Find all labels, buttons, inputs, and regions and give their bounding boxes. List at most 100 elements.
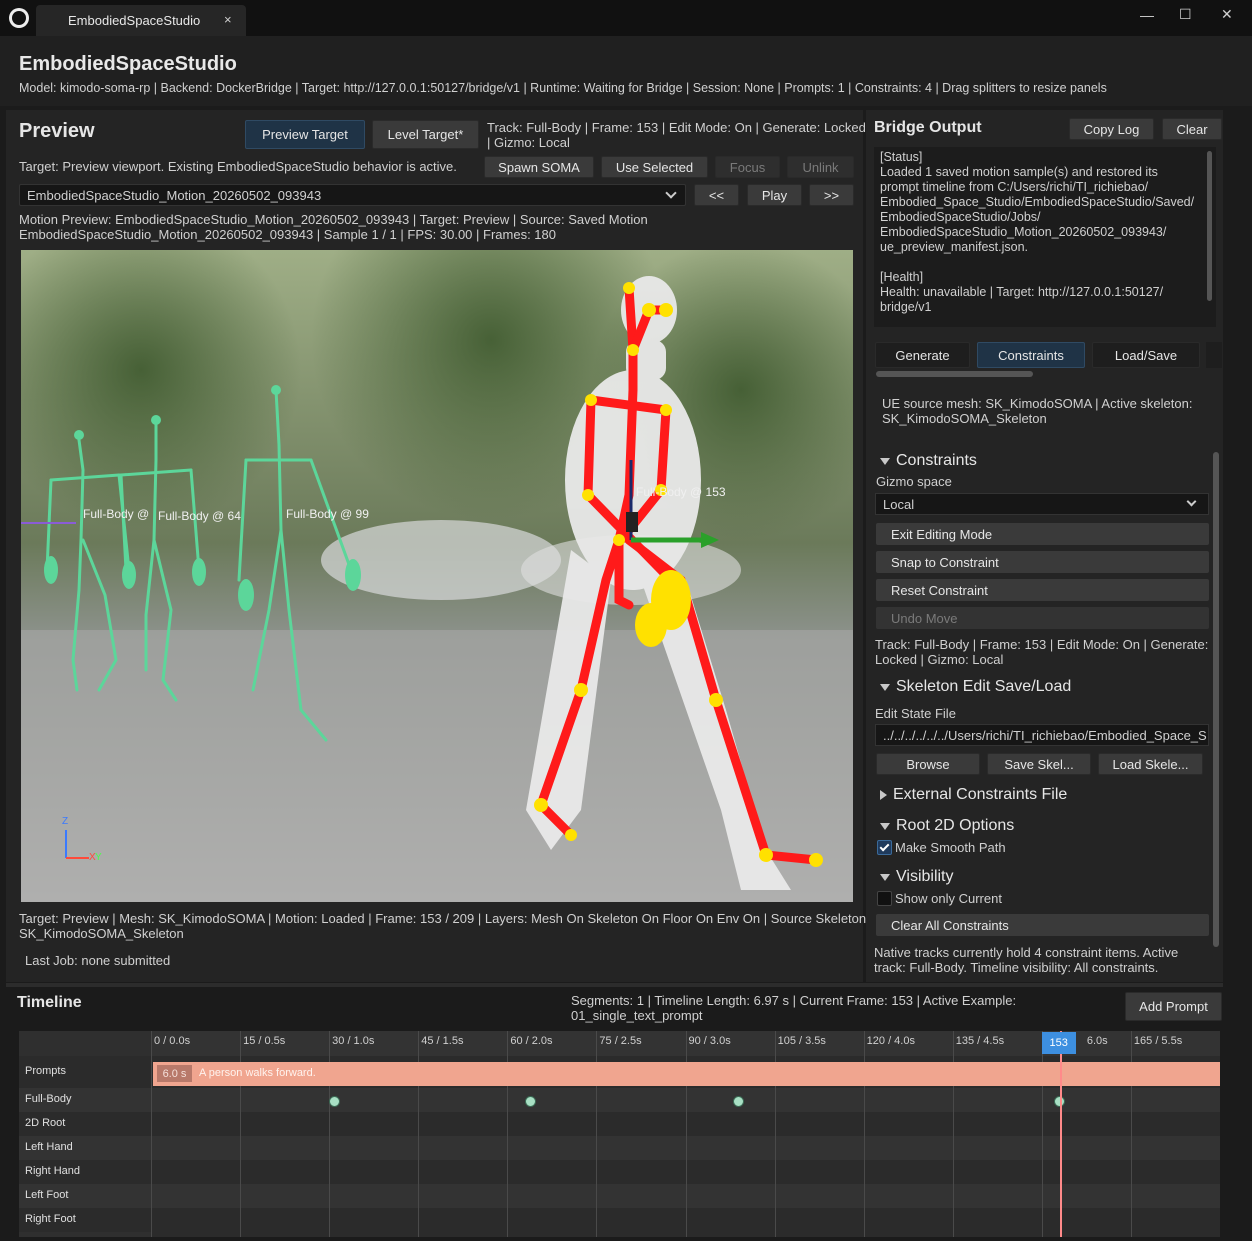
tab-constraints[interactable]: Constraints <box>977 342 1085 368</box>
tab-generate[interactable]: Generate <box>875 342 970 368</box>
last-job: Last Job: none submitted <box>25 953 171 968</box>
copy-log-button[interactable]: Copy Log <box>1069 118 1154 140</box>
gizmo-space-label: Gizmo space <box>876 474 952 489</box>
expand-icon <box>880 457 890 465</box>
timeline-area[interactable]: Prompts Full-Body 2D Root Left Hand Right Ha… <box>19 1031 1220 1237</box>
play-button[interactable]: Play <box>747 184 802 206</box>
panel-scrollbar[interactable] <box>1213 452 1219 947</box>
bridge-log[interactable]: [Status] Loaded 1 saved motion sample(s) … <box>874 147 1216 327</box>
track-label: Left Foot <box>25 1189 69 1201</box>
maximize-icon[interactable]: ☐ <box>1179 6 1192 23</box>
tick-label: 6.0s <box>1086 1035 1108 1047</box>
timeline-info-1: Segments: 1 | Timeline Length: 6.97 s | … <box>571 993 1017 1008</box>
skeleton-section[interactable]: Skeleton Edit Save/Load <box>880 678 1071 696</box>
edit-state-file-label: Edit State File <box>875 706 956 721</box>
level-target-button[interactable]: Level Target* <box>372 120 479 149</box>
undo-move-button[interactable]: Undo Move <box>876 607 1209 629</box>
track-label: Full-Body <box>25 1093 72 1105</box>
external-constraints-section[interactable]: External Constraints File <box>880 786 1067 804</box>
snap-constraint-button[interactable]: Snap to Constraint <box>876 551 1209 573</box>
show-current-checkbox[interactable] <box>877 891 892 906</box>
viewport[interactable]: Full-Body @ Full-Body @ 64 Full-Body @ 9… <box>21 250 853 902</box>
clear-all-constraints-button[interactable]: Clear All Constraints <box>876 914 1209 936</box>
motion-info-2: EmbodiedSpaceStudio_Motion_20260502_0939… <box>19 227 556 242</box>
log-scrollbar[interactable] <box>1207 151 1212 301</box>
tick-label: 120 / 4.0s <box>866 1035 915 1047</box>
minimize-icon[interactable]: — <box>1140 7 1154 23</box>
tab-load-save[interactable]: Load/Save <box>1092 342 1200 368</box>
edit-state-file-input[interactable]: ../../../../../../Users/richi/TI_richieb… <box>875 724 1209 746</box>
label-full-body-99: Full-Body @ 99 <box>286 507 369 521</box>
gizmo-space-select[interactable]: Local <box>875 493 1209 515</box>
gizmo-space-value: Local <box>883 497 915 512</box>
chevron-down-icon <box>1186 496 1197 507</box>
expand-icon <box>880 683 890 691</box>
focus-button[interactable]: Focus <box>715 156 780 178</box>
window-tab-title: EmbodiedSpaceStudio <box>68 13 201 28</box>
browse-button[interactable]: Browse <box>876 753 980 775</box>
window-tab[interactable]: EmbodiedSpaceStudio × <box>36 5 246 36</box>
playhead-line[interactable] <box>1059 1031 1062 1237</box>
keyframe-full-body[interactable] <box>732 1096 744 1107</box>
log-line: ue_preview_manifest.json. <box>880 240 1028 254</box>
timeline-info-2: 01_single_text_prompt <box>571 1008 703 1023</box>
expand-icon <box>880 873 890 881</box>
native-info-2: track: Full-Body. Timeline visibility: A… <box>874 960 1159 975</box>
track-row <box>19 1184 1220 1208</box>
native-info-1: Native tracks currently hold 4 constrain… <box>874 945 1179 960</box>
tick-label: 30 / 1.0s <box>332 1035 375 1047</box>
clear-log-button[interactable]: Clear <box>1162 118 1222 140</box>
close-icon[interactable]: ✕ <box>1221 6 1233 23</box>
label-full-body-64: Full-Body @ 64 <box>158 509 241 523</box>
splitter[interactable] <box>6 983 1223 987</box>
tab-close-icon[interactable]: × <box>224 12 232 27</box>
reset-constraint-button[interactable]: Reset Constraint <box>876 579 1209 601</box>
root-2d-section[interactable]: Root 2D Options <box>880 817 1014 835</box>
log-line: Loaded 1 saved motion sample(s) and rest… <box>880 165 1158 179</box>
add-prompt-button[interactable]: Add Prompt <box>1125 992 1222 1021</box>
prompt-duration: 6.0 s <box>157 1065 192 1082</box>
track-info-1: Track: Full-Body | Frame: 153 | Edit Mod… <box>875 637 1209 652</box>
unreal-logo-icon <box>9 8 29 28</box>
log-line: Embodied_Space_Studio/EmbodiedSpaceStudi… <box>880 195 1195 209</box>
smooth-path-checkbox[interactable] <box>877 840 892 855</box>
motion-select[interactable]: EmbodiedSpaceStudio_Motion_20260502_0939… <box>19 184 686 206</box>
constraints-section[interactable]: Constraints <box>880 452 977 470</box>
load-skeleton-button[interactable]: Load Skele... <box>1098 753 1203 775</box>
tick-label: 135 / 4.5s <box>955 1035 1005 1047</box>
preview-status-1: Track: Full-Body | Frame: 153 | Edit Mod… <box>487 120 866 135</box>
visibility-section[interactable]: Visibility <box>880 868 954 886</box>
label-full-body-153: Full-Body @ 153 <box>636 485 726 499</box>
unlink-button[interactable]: Unlink <box>787 156 854 178</box>
use-selected-button[interactable]: Use Selected <box>601 156 708 178</box>
tick-label: 60 / 2.0s <box>510 1035 553 1047</box>
smooth-path-label: Make Smooth Path <box>895 840 1006 855</box>
file-path-value: ../../../../../../Users/richi/TI_richieb… <box>883 728 1207 743</box>
save-skeleton-button[interactable]: Save Skel... <box>987 753 1091 775</box>
playhead-label[interactable]: 153 <box>1041 1032 1076 1054</box>
header-info: Model: kimodo-soma-rp | Backend: DockerB… <box>19 81 1107 95</box>
tick-label: 15 / 0.5s <box>243 1035 286 1047</box>
log-line: [Status] <box>880 150 923 164</box>
next-frame-button[interactable]: >> <box>809 184 854 206</box>
track-row <box>19 1112 1220 1136</box>
spawn-soma-button[interactable]: Spawn SOMA <box>484 156 594 178</box>
expand-icon <box>880 822 890 830</box>
track-row <box>19 1208 1220 1232</box>
tab-scrollbar[interactable] <box>876 371 1033 377</box>
prompt-text: A person walks forward. <box>199 1067 316 1079</box>
prev-frame-button[interactable]: << <box>694 184 739 206</box>
keyframe-full-body[interactable] <box>525 1096 537 1107</box>
collapse-icon <box>880 790 887 800</box>
show-current-label: Show only Current <box>895 891 1002 906</box>
preview-target-button[interactable]: Preview Target <box>245 120 365 149</box>
check-icon <box>879 841 890 852</box>
log-line: EmbodiedSpaceStudio_Motion_20260502_0939… <box>880 225 1167 239</box>
tick-line <box>151 1031 152 1237</box>
tick-label: 90 / 3.0s <box>688 1035 731 1047</box>
tab-overflow[interactable] <box>1206 342 1222 368</box>
tick-label: 165 / 5.5s <box>1133 1035 1183 1047</box>
exit-editing-button[interactable]: Exit Editing Mode <box>876 523 1209 545</box>
chevron-down-icon <box>665 187 677 199</box>
